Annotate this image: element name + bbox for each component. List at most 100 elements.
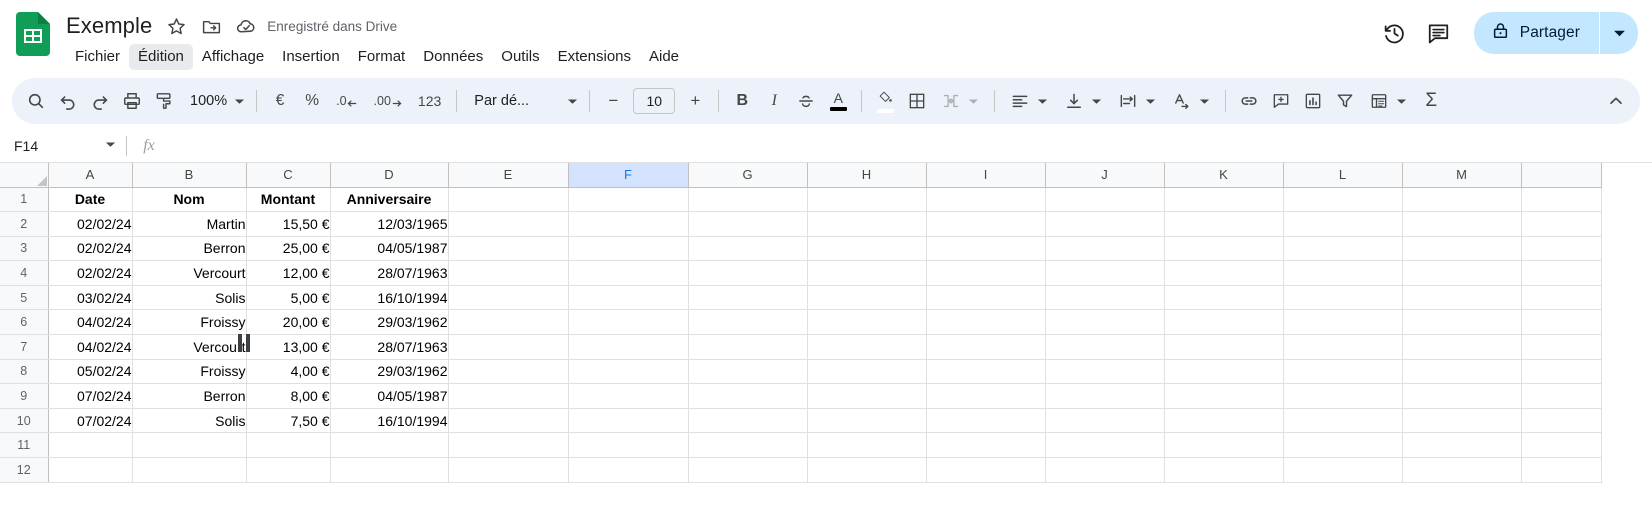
chevron-up-icon[interactable]	[1600, 85, 1632, 117]
paint-format-icon[interactable]	[148, 85, 180, 117]
cell-f8[interactable]	[568, 359, 689, 385]
cell-j4[interactable]	[1045, 260, 1165, 286]
cell-j7[interactable]	[1045, 334, 1165, 360]
cell-b3[interactable]: Berron	[132, 236, 247, 262]
cell-g4[interactable]	[688, 260, 808, 286]
cell-b4[interactable]: Vercourt	[132, 260, 247, 286]
select-all-corner[interactable]	[0, 163, 49, 188]
version-history-icon[interactable]	[1374, 12, 1416, 54]
move-to-folder-icon[interactable]	[198, 13, 224, 39]
cell-k12[interactable]	[1164, 457, 1284, 483]
cell-l9[interactable]	[1283, 383, 1403, 409]
cell-b12[interactable]	[132, 457, 247, 483]
column-header-f[interactable]: F	[568, 163, 689, 188]
cell-h8[interactable]	[807, 359, 927, 385]
cell-h3[interactable]	[807, 236, 927, 262]
cell-b1[interactable]: Nom	[132, 187, 247, 213]
cell-c8[interactable]: 4,00 €	[246, 359, 331, 385]
cell-m7[interactable]	[1402, 334, 1522, 360]
cell-b5[interactable]: Solis	[132, 285, 247, 311]
column-header-a[interactable]: A	[48, 163, 133, 188]
font-family-select[interactable]: Par dé...	[464, 85, 582, 117]
cell-e1[interactable]	[448, 187, 569, 213]
cell-a9[interactable]: 07/02/24	[48, 383, 133, 409]
cell-i4[interactable]	[926, 260, 1046, 286]
cell-d11[interactable]	[330, 432, 449, 459]
cell-j10[interactable]	[1045, 408, 1165, 434]
menu-item-format[interactable]: Format	[349, 44, 415, 70]
cell-n10[interactable]	[1521, 408, 1602, 434]
cell-d8[interactable]: 29/03/1962	[330, 359, 449, 385]
cell-h4[interactable]	[807, 260, 927, 286]
borders-icon[interactable]	[901, 85, 933, 117]
insert-chart-icon[interactable]	[1297, 85, 1329, 117]
cell-g2[interactable]	[688, 211, 808, 237]
menu-item-fichier[interactable]: Fichier	[66, 44, 129, 70]
cell-j6[interactable]	[1045, 309, 1165, 336]
cell-i5[interactable]	[926, 285, 1046, 311]
cell-n9[interactable]	[1521, 383, 1602, 409]
cell-h5[interactable]	[807, 285, 927, 311]
column-header-e[interactable]: E	[448, 163, 569, 188]
cell-f3[interactable]	[568, 236, 689, 262]
cell-d10[interactable]: 16/10/1994	[330, 408, 449, 434]
cell-n12[interactable]	[1521, 457, 1602, 483]
cell-g10[interactable]	[688, 408, 808, 434]
cell-e11[interactable]	[448, 432, 569, 459]
cell-n1[interactable]	[1521, 187, 1602, 213]
cell-n2[interactable]	[1521, 211, 1602, 237]
cell-a3[interactable]: 02/02/24	[48, 236, 133, 262]
cell-l7[interactable]	[1283, 334, 1403, 360]
insert-link-icon[interactable]	[1233, 85, 1265, 117]
increase-decimal-button[interactable]: .00	[366, 85, 410, 117]
cell-l4[interactable]	[1283, 260, 1403, 286]
menu-item-aide[interactable]: Aide	[640, 44, 688, 70]
menu-item-insertion[interactable]: Insertion	[273, 44, 349, 70]
cell-a7[interactable]: 04/02/24	[48, 334, 133, 360]
menu-item-affichage[interactable]: Affichage	[193, 44, 273, 70]
cell-d1[interactable]: Anniversaire	[330, 187, 449, 213]
column-header-i[interactable]: I	[926, 163, 1046, 188]
cell-d5[interactable]: 16/10/1994	[330, 285, 449, 311]
menu-item-donnees[interactable]: Données	[414, 44, 492, 70]
cell-f9[interactable]	[568, 383, 689, 409]
cell-j3[interactable]	[1045, 236, 1165, 262]
cell-l2[interactable]	[1283, 211, 1403, 237]
cell-j2[interactable]	[1045, 211, 1165, 237]
cell-m11[interactable]	[1402, 432, 1522, 459]
cell-n7[interactable]	[1521, 334, 1602, 360]
undo-icon[interactable]	[52, 85, 84, 117]
cell-b11[interactable]	[132, 432, 247, 459]
cell-i3[interactable]	[926, 236, 1046, 262]
cell-h10[interactable]	[807, 408, 927, 434]
cell-m3[interactable]	[1402, 236, 1522, 262]
cell-l8[interactable]	[1283, 359, 1403, 385]
column-header-d[interactable]: D	[330, 163, 449, 188]
cell-a8[interactable]: 05/02/24	[48, 359, 133, 385]
cell-f6[interactable]	[568, 309, 689, 336]
cell-a5[interactable]: 03/02/24	[48, 285, 133, 311]
row-header-1[interactable]: 1	[0, 187, 49, 213]
cell-g7[interactable]	[688, 334, 808, 360]
menu-item-outils[interactable]: Outils	[492, 44, 548, 70]
page-title[interactable]: Exemple	[66, 13, 154, 39]
cell-m4[interactable]	[1402, 260, 1522, 286]
cell-c7[interactable]: 13,00 €	[246, 334, 331, 360]
row-header-3[interactable]: 3	[0, 236, 49, 262]
cell-b2[interactable]: Martin	[132, 211, 247, 237]
chevron-down-icon[interactable]	[105, 137, 116, 155]
cell-a12[interactable]	[48, 457, 133, 483]
cell-l1[interactable]	[1283, 187, 1403, 213]
cell-k8[interactable]	[1164, 359, 1284, 385]
cell-e4[interactable]	[448, 260, 569, 286]
cell-b8[interactable]: Froissy	[132, 359, 247, 385]
cell-a10[interactable]: 07/02/24	[48, 408, 133, 434]
cell-c1[interactable]: Montant	[246, 187, 331, 213]
cell-a1[interactable]: Date	[48, 187, 133, 213]
redo-icon[interactable]	[84, 85, 116, 117]
fill-color-icon[interactable]	[869, 87, 901, 115]
cell-k2[interactable]	[1164, 211, 1284, 237]
cell-g12[interactable]	[688, 457, 808, 483]
row-header-5[interactable]: 5	[0, 285, 49, 311]
cell-c4[interactable]: 12,00 €	[246, 260, 331, 286]
